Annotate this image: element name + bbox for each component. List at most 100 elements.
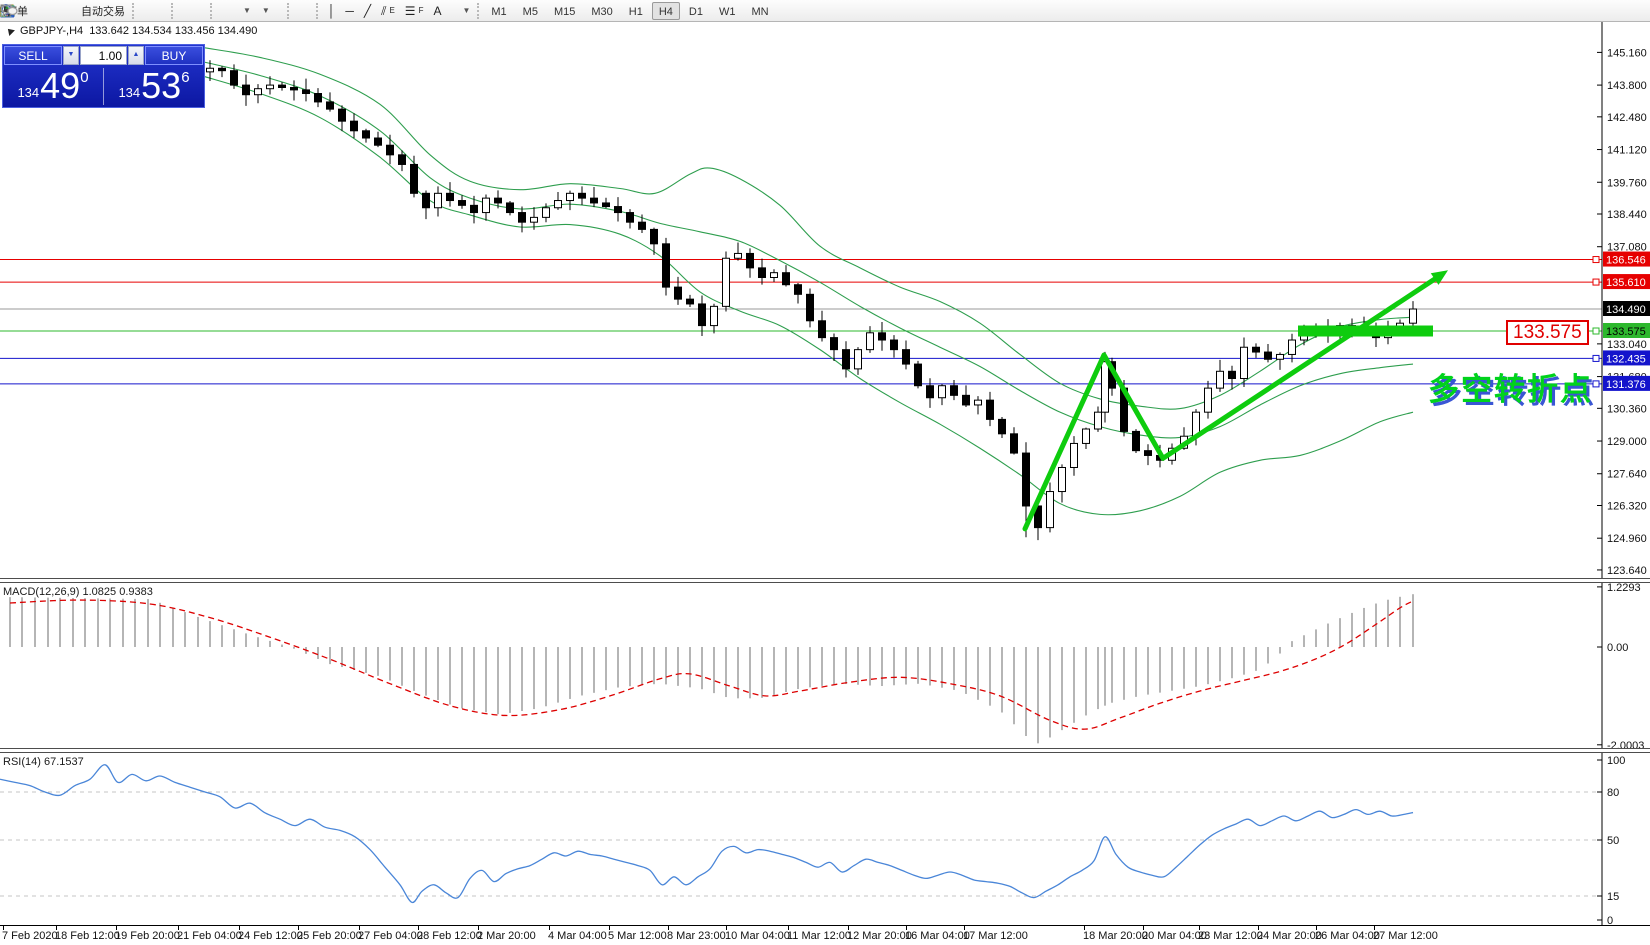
- period-icon[interactable]: ▼: [256, 1, 275, 21]
- price-axis-label: 124.960: [1607, 533, 1647, 545]
- tile-windows-icon[interactable]: [198, 1, 208, 21]
- template-icon[interactable]: [275, 1, 285, 21]
- price-annotation-box[interactable]: 133.575: [1506, 320, 1589, 345]
- candle-body: [663, 244, 670, 287]
- macd-pane[interactable]: 1.22930.00-2.0003: [0, 583, 1650, 748]
- fibonacci-icon[interactable]: ☰F: [400, 1, 429, 21]
- time-axis-label: 28 Feb 12:00: [417, 930, 482, 942]
- candle-body: [1229, 371, 1236, 378]
- timeframe-m5-button[interactable]: M5: [516, 2, 545, 20]
- chevron-down-icon: ▼: [262, 6, 270, 15]
- candle-body: [963, 395, 970, 405]
- timeframe-d1-button[interactable]: D1: [682, 2, 710, 20]
- line-handle[interactable]: [1593, 257, 1599, 263]
- candle-body: [1253, 347, 1260, 352]
- candle-body: [327, 102, 334, 109]
- candle-body: [807, 294, 814, 320]
- candle-body: [351, 121, 358, 131]
- buy-price-big: 53: [141, 66, 181, 106]
- zoom-in-icon[interactable]: [178, 1, 188, 21]
- candle-body: [855, 350, 862, 369]
- candle-body: [375, 138, 382, 145]
- bar-chart-icon[interactable]: [139, 1, 149, 21]
- time-axis[interactable]: 7 Feb 202018 Feb 12:0019 Feb 20:0021 Feb…: [0, 925, 1650, 945]
- candle-body: [891, 340, 898, 350]
- autotrading-button[interactable]: 自动交易: [76, 1, 130, 21]
- buy-button[interactable]: BUY: [145, 46, 203, 65]
- candle-body: [867, 333, 874, 350]
- candle-body: [411, 164, 418, 193]
- crosshair-icon[interactable]: [304, 1, 314, 21]
- time-axis-label: 7 Feb 2020: [2, 930, 58, 942]
- timeframe-m30-button[interactable]: M30: [584, 2, 619, 20]
- line-handle[interactable]: [1593, 279, 1599, 285]
- search-icon[interactable]: [1624, 1, 1634, 21]
- chat-icon[interactable]: [1634, 1, 1644, 21]
- add-indicator-icon[interactable]: ▼: [237, 1, 256, 21]
- sell-button[interactable]: SELL: [4, 46, 62, 65]
- candle-body: [675, 287, 682, 299]
- candle-body: [315, 94, 322, 102]
- arrows-icon[interactable]: ▼: [456, 1, 475, 21]
- buy-price[interactable]: 134 53 6: [104, 66, 204, 107]
- candlestick-chart-icon[interactable]: [149, 1, 159, 21]
- trend-arrow-line[interactable]: [1025, 275, 1440, 529]
- volume-input[interactable]: [80, 46, 127, 65]
- line-handle[interactable]: [1593, 328, 1599, 334]
- candle-body: [435, 193, 442, 207]
- timeframe-m15-button[interactable]: M15: [547, 2, 582, 20]
- time-axis-label: 12 Mar 20:00: [847, 930, 912, 942]
- sell-price[interactable]: 134 49 0: [3, 66, 103, 107]
- horizontal-line-icon[interactable]: ─: [340, 1, 359, 21]
- time-axis-label: 27 Feb 04:00: [358, 930, 423, 942]
- price-axis-label: 129.000: [1607, 436, 1647, 448]
- line-handle[interactable]: [1593, 355, 1599, 361]
- svg-text:131.376: 131.376: [1606, 379, 1646, 391]
- signal-icon[interactable]: [66, 1, 76, 21]
- time-axis-label: 5 Mar 12:00: [608, 930, 667, 942]
- candle-body: [759, 268, 766, 278]
- trendline-icon[interactable]: ╱: [359, 1, 376, 21]
- timeframe-m1-button[interactable]: M1: [484, 2, 513, 20]
- timeframe-mn-button[interactable]: MN: [744, 2, 775, 20]
- rsi-line: [0, 765, 1413, 903]
- volume-up-button[interactable]: ▲: [128, 46, 144, 65]
- price-chart[interactable]: 145.160143.800142.480141.120139.760138.4…: [0, 22, 1650, 578]
- collapse-arrow-icon[interactable]: [5, 26, 15, 36]
- one-click-trading-panel: SELL ▼ ▲ BUY 134 49 0 134 53 6: [2, 44, 205, 108]
- candle-body: [999, 419, 1006, 433]
- time-axis-label: 24 Feb 12:00: [238, 930, 303, 942]
- line-chart-icon[interactable]: [159, 1, 169, 21]
- text-label-icon[interactable]: T: [446, 1, 456, 21]
- vertical-line-icon[interactable]: │: [323, 1, 341, 21]
- volume-down-button[interactable]: ▼: [63, 46, 79, 65]
- macd-axis-label: -2.0003: [1607, 740, 1644, 748]
- candle-body: [879, 333, 886, 340]
- candle-body: [843, 350, 850, 369]
- market-watch-icon[interactable]: [46, 1, 56, 21]
- zoom-out-icon[interactable]: [188, 1, 198, 21]
- time-axis-label: 23 Mar 12:00: [1198, 930, 1263, 942]
- time-axis-label: 27 Mar 12:00: [1373, 930, 1438, 942]
- chevron-down-icon: ▼: [462, 6, 470, 15]
- price-axis-label: 127.640: [1607, 469, 1647, 481]
- text-icon[interactable]: A: [428, 1, 446, 21]
- channel-icon[interactable]: ⫽E: [376, 1, 400, 21]
- rsi-pane[interactable]: 1008050150: [0, 753, 1650, 925]
- chart-shift-icon[interactable]: [227, 1, 237, 21]
- cursor-icon[interactable]: [294, 1, 304, 21]
- timeframe-w1-button[interactable]: W1: [712, 2, 743, 20]
- timeframe-h4-button[interactable]: H4: [652, 2, 680, 20]
- mt4-terminal: 新订单 自动交易 ▼: [0, 0, 1650, 945]
- timeframe-h1-button[interactable]: H1: [622, 2, 650, 20]
- line-handle[interactable]: [1593, 381, 1599, 387]
- sell-price-sup: 0: [80, 66, 88, 86]
- data-window-icon[interactable]: [56, 1, 66, 21]
- svg-text:133.575: 133.575: [1606, 326, 1646, 338]
- toolbar-grip: [316, 3, 321, 19]
- time-axis-label: 16 Mar 04:00: [905, 930, 970, 942]
- auto-scroll-icon[interactable]: [217, 1, 227, 21]
- candle-body: [903, 350, 910, 364]
- price-axis-label: 141.120: [1607, 145, 1647, 157]
- candle-body: [207, 68, 214, 72]
